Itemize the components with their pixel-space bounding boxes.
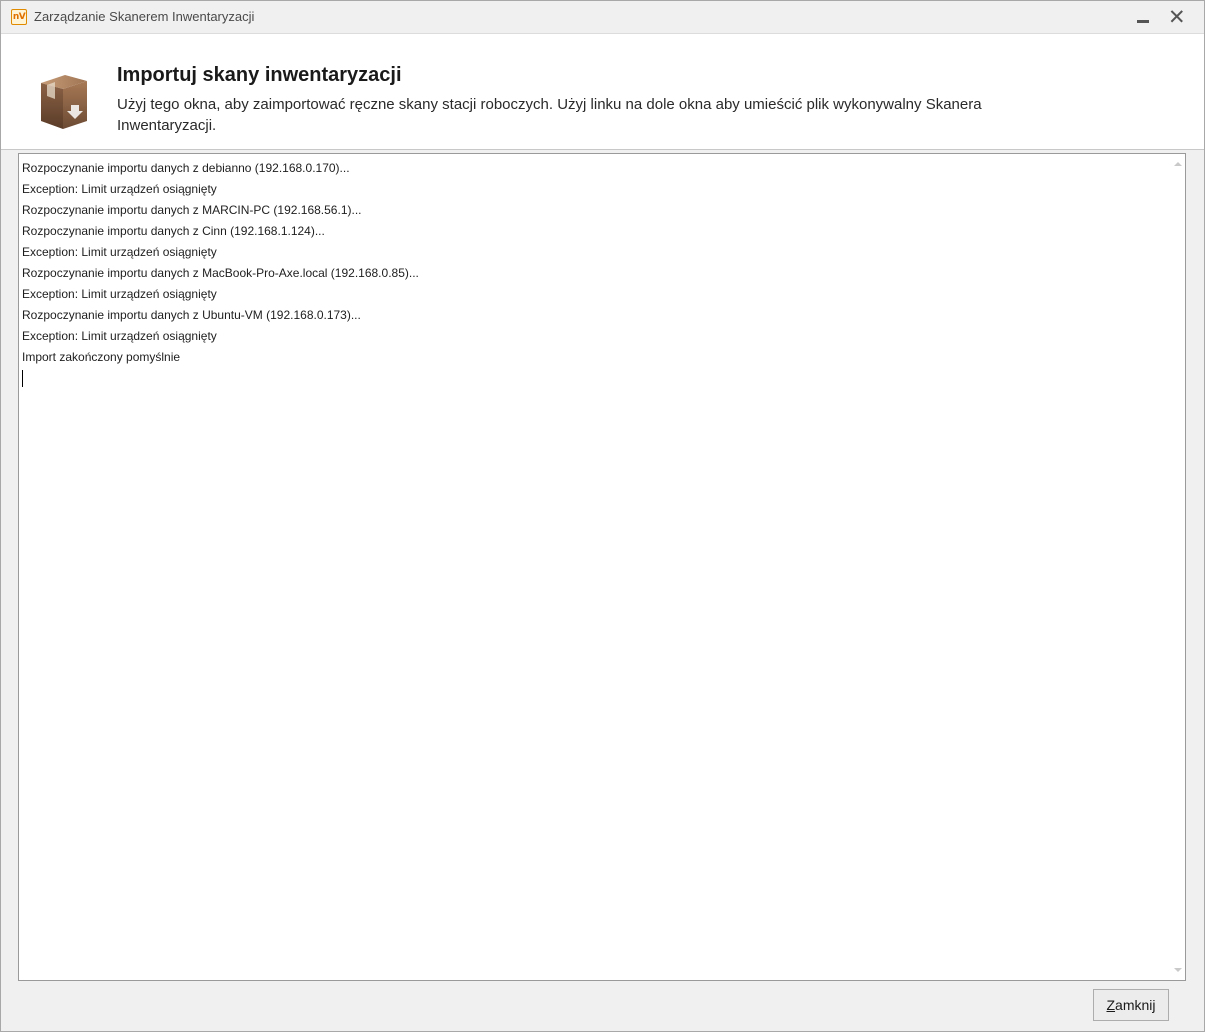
scroll-up-arrow-icon[interactable] [1174,162,1182,166]
log-line: Rozpoczynanie importu danych z Cinn (192… [22,224,325,238]
title-bar[interactable]: nV Zarządzanie Skanerem Inwentaryzacji ✕ [1,1,1204,33]
close-button[interactable]: Zamknij [1093,989,1169,1021]
minimize-button[interactable] [1129,5,1155,29]
log-line: Exception: Limit urządzeń osiągnięty [22,182,217,196]
log-line: Rozpoczynanie importu danych z Ubuntu-VM… [22,308,361,322]
log-line: Exception: Limit urządzeń osiągnięty [22,329,217,343]
header-panel: Importuj skany inwentaryzacji Użyj tego … [1,33,1204,150]
log-line: Exception: Limit urządzeń osiągnięty [22,287,217,301]
scroll-down-arrow-icon[interactable] [1174,968,1182,972]
close-window-button[interactable]: ✕ [1165,5,1191,29]
log-line: Rozpoczynanie importu danych z debianno … [22,161,350,175]
text-caret [22,370,23,387]
close-button-label: amknij [1115,997,1156,1013]
import-log-textarea[interactable]: Rozpoczynanie importu danych z debianno … [18,153,1186,981]
log-lines: Rozpoczynanie importu danych z debianno … [22,158,419,387]
app-logo-icon: nV [11,9,27,25]
page-title: Importuj skany inwentaryzacji [117,64,402,86]
inventory-scanner-window: nV Zarządzanie Skanerem Inwentaryzacji ✕ [0,0,1205,1032]
minimize-icon [1137,20,1149,23]
log-line: Rozpoczynanie importu danych z MARCIN-PC… [22,203,362,217]
log-line: Import zakończony pomyślnie [22,350,181,364]
window-title: Zarządzanie Skanerem Inwentaryzacji [34,9,255,24]
log-line: Rozpoczynanie importu danych z MacBook-P… [22,266,419,280]
close-icon: ✕ [1168,5,1186,29]
package-download-icon [41,75,87,129]
close-button-mnemonic: Z [1106,997,1116,1013]
page-description: Użyj tego okna, aby zaimportować ręczne … [117,96,982,134]
log-line: Exception: Limit urządzeń osiągnięty [22,245,217,259]
